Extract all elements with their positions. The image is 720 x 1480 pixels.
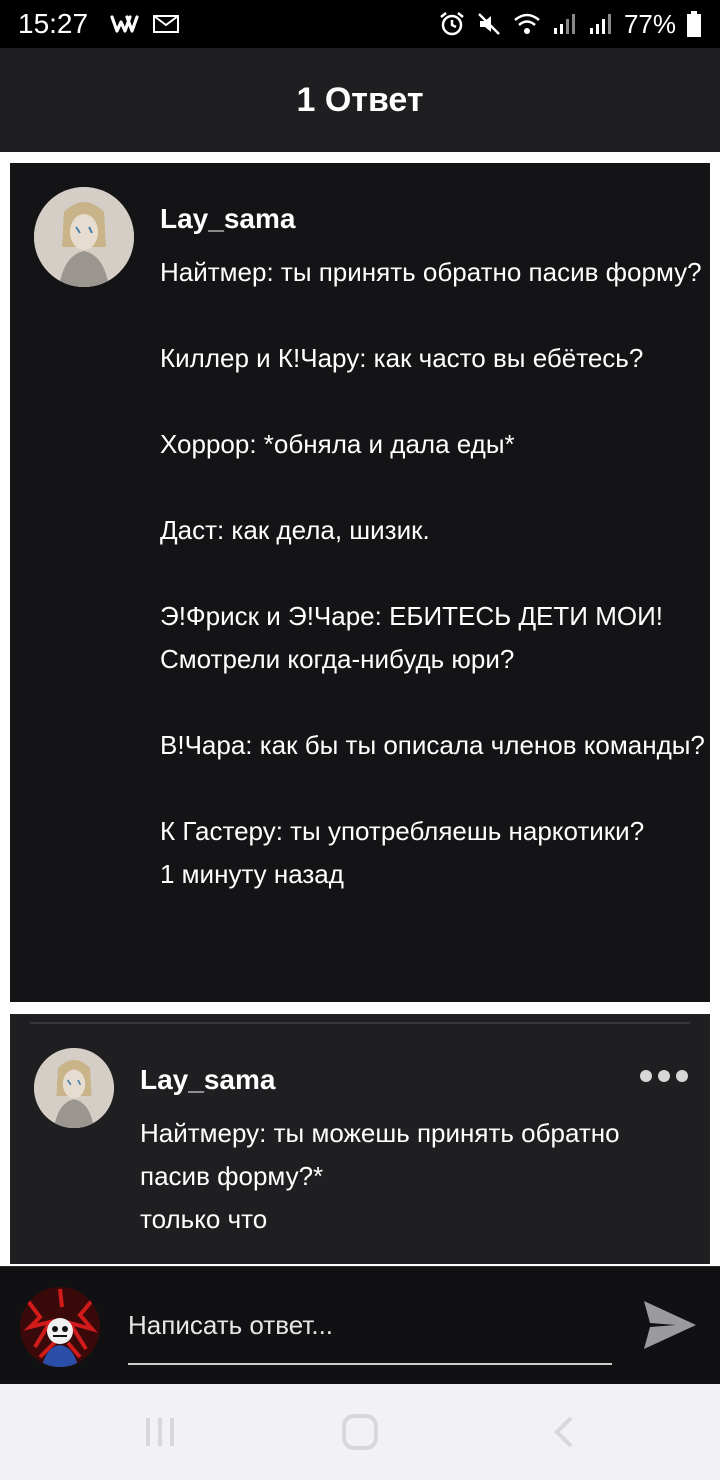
wattpad-icon	[110, 15, 139, 33]
reply-timestamp: только что	[140, 1204, 268, 1234]
wifi-icon	[514, 13, 540, 34]
gmail-icon	[153, 15, 180, 33]
avatar-image	[20, 1287, 100, 1367]
comment-text: Найтмер: ты принять обратно пасив форму?…	[160, 257, 705, 846]
system-nav-bar	[0, 1384, 720, 1480]
more-options-icon[interactable]	[640, 1070, 688, 1082]
comment-timestamp: 1 минуту назад	[160, 859, 344, 889]
page-title: 1 Ответ	[296, 80, 424, 119]
reply-composer	[0, 1266, 720, 1384]
send-icon[interactable]	[640, 1297, 700, 1353]
comment-username[interactable]: Lay_sama	[160, 203, 295, 235]
avatar-image	[34, 1048, 114, 1128]
reply-text: Найтмеру: ты можешь принять обратно паси…	[140, 1118, 620, 1191]
header: 1 Ответ	[0, 48, 720, 152]
back-icon[interactable]	[545, 1412, 585, 1452]
status-bar: 15:27 77%	[0, 0, 720, 48]
comment-body: Найтмер: ты принять обратно пасив форму?…	[160, 251, 705, 896]
status-time: 15:27	[18, 8, 89, 39]
original-comment: Lay_sama Найтмер: ты принять обратно пас…	[10, 163, 710, 1002]
avatar[interactable]	[34, 1048, 114, 1128]
mute-icon	[478, 13, 500, 35]
battery-icon	[687, 11, 701, 37]
divider	[30, 1022, 690, 1024]
battery-percent: 77%	[623, 8, 676, 39]
signal-icon	[553, 14, 575, 34]
reply-comment: Lay_sama Найтмеру: ты можешь принять обр…	[10, 1014, 710, 1264]
recent-apps-icon[interactable]	[140, 1412, 180, 1452]
avatar	[20, 1287, 100, 1367]
avatar-image	[34, 187, 134, 287]
signal-icon	[589, 14, 611, 34]
avatar[interactable]	[34, 187, 134, 287]
reply-username[interactable]: Lay_sama	[140, 1064, 275, 1096]
system-status-icons: 77%	[438, 9, 702, 40]
notification-icons	[110, 14, 180, 34]
reply-input[interactable]	[128, 1305, 612, 1365]
home-icon[interactable]	[340, 1412, 380, 1452]
alarm-icon	[440, 12, 464, 36]
reply-body: Найтмеру: ты можешь принять обратно паси…	[140, 1112, 690, 1241]
